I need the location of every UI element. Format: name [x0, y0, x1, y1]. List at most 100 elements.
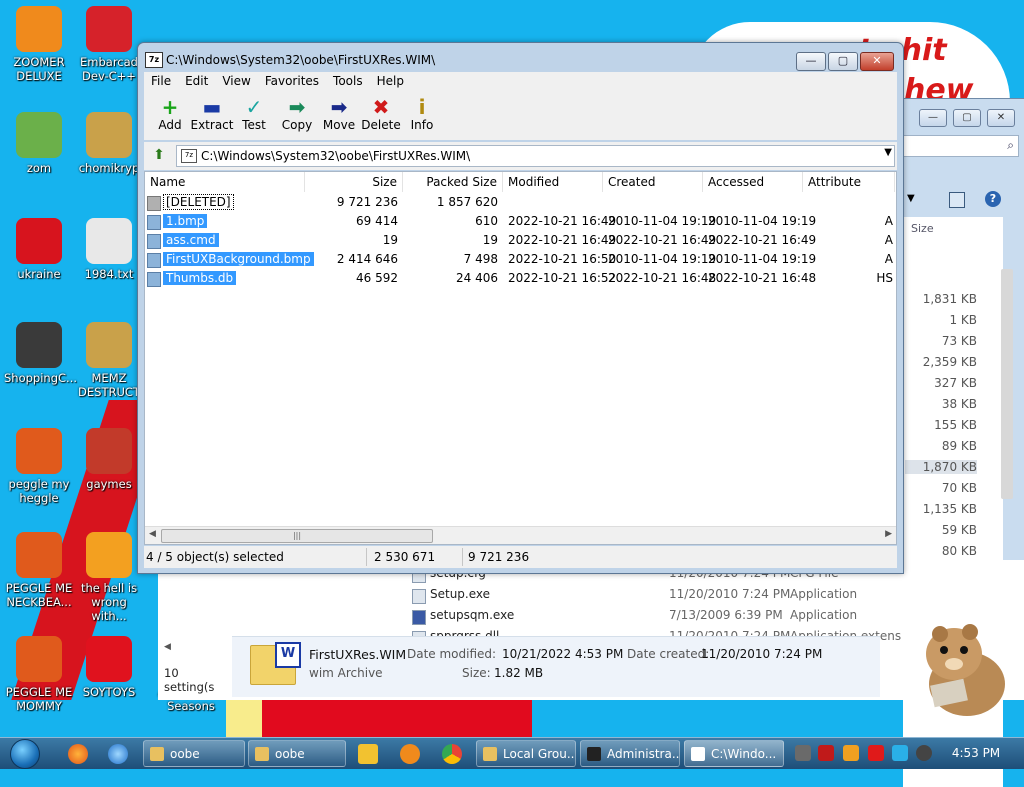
explorer-size-cell[interactable]: 1,135 KB: [905, 502, 977, 516]
column-header-created[interactable]: Created: [603, 172, 703, 192]
archive-file-list[interactable]: ◀ ||| ▶ Name Size Packed Size Modified Creat…: [144, 171, 897, 545]
firefox-icon[interactable]: [68, 744, 88, 764]
horizontal-scrollbar[interactable]: ◀ ||| ▶: [145, 526, 896, 544]
row-name[interactable]: 1.bmp: [163, 214, 208, 228]
uc-browser-icon[interactable]: [400, 744, 420, 764]
tray-network-icon[interactable]: [892, 745, 908, 761]
desktop-icon[interactable]: ShoppingC...: [4, 322, 77, 385]
desktop-icon[interactable]: zom: [4, 112, 74, 175]
explorer-size-cell[interactable]: 70 KB: [905, 481, 977, 495]
desktop-icon[interactable]: the hell is wrong with...: [74, 532, 144, 623]
desktop-icon[interactable]: chomikryp: [74, 112, 144, 175]
preview-pane-icon[interactable]: [949, 192, 965, 208]
sevenzip-window[interactable]: 7z C:\Windows\System32\oobe\FirstUXRes.W…: [137, 42, 904, 574]
explorer-scrollbar[interactable]: [1001, 269, 1013, 499]
name-cell[interactable]: [DELETED]: [163, 193, 234, 212]
menu-item-favorites[interactable]: Favorites: [258, 72, 326, 90]
extract-button[interactable]: ▬ Extract: [189, 96, 235, 132]
explorer-size-cell[interactable]: 1 KB: [905, 313, 977, 327]
explorer-size-cell[interactable]: 89 KB: [905, 439, 977, 453]
delete-button[interactable]: ✖ Delete: [358, 96, 404, 132]
internet-explorer-icon[interactable]: [108, 744, 128, 764]
taskbar-button[interactable]: Administra...: [580, 740, 680, 767]
explorer-minimize-button[interactable]: —: [919, 109, 947, 127]
file-date[interactable]: 11/20/2010 7:24 PM: [669, 587, 790, 601]
desktop-icon[interactable]: peggle my heggle: [4, 428, 74, 505]
desktop-icon[interactable]: PEGGLE ME MOMMY: [4, 636, 74, 713]
explorer-maximize-button[interactable]: ▢: [953, 109, 981, 127]
file-date[interactable]: 7/13/2009 6:39 PM: [669, 608, 783, 622]
explorer-size-cell[interactable]: 73 KB: [905, 334, 977, 348]
column-header-size[interactable]: Size: [305, 172, 403, 192]
taskbar-button[interactable]: oobe: [248, 740, 346, 767]
explorer-size-cell[interactable]: 1,831 KB: [905, 292, 977, 306]
scroll-left-icon[interactable]: ◀: [149, 529, 156, 539]
chrome-icon[interactable]: [442, 744, 462, 764]
desktop-icon[interactable]: ukraine: [4, 218, 74, 281]
table-row[interactable]: ass.cmd 19 19 2022-10-21 16:49 2022-10-21 16…: [145, 231, 896, 250]
row-name[interactable]: [DELETED]: [163, 194, 234, 210]
tray-volume-icon[interactable]: [916, 745, 932, 761]
explorer-size-cell[interactable]: 80 KB: [905, 544, 977, 558]
explorer-size-cell[interactable]: 327 KB: [905, 376, 977, 390]
sevenzip-titlebar[interactable]: 7z C:\Windows\System32\oobe\FirstUXRes.W…: [138, 43, 903, 73]
chevron-down-icon[interactable]: ▼: [907, 193, 915, 204]
info-button[interactable]: i Info: [399, 96, 445, 132]
column-header-attribute[interactable]: Attribute: [803, 172, 895, 192]
media-player-icon[interactable]: [358, 744, 378, 764]
desktop-icon[interactable]: PEGGLE ME NECKBEA...: [4, 532, 74, 609]
column-header-accessed[interactable]: Accessed: [703, 172, 803, 192]
table-row[interactable]: FirstUXBackground.bmp 2 414 646 7 498 2022-…: [145, 250, 896, 269]
help-icon[interactable]: ?: [985, 191, 1001, 207]
taskbar-button[interactable]: C:\Windo...: [684, 740, 784, 767]
file-type[interactable]: Application: [790, 608, 857, 622]
address-field[interactable]: 7z C:\Windows\System32\oobe\FirstUXRes.W…: [176, 145, 895, 167]
row-name[interactable]: ass.cmd: [163, 233, 219, 247]
minimize-button[interactable]: —: [796, 52, 826, 71]
table-row[interactable]: 1.bmp 69 414 610 2022-10-21 16:49 2010-11-04…: [145, 212, 896, 231]
close-button[interactable]: ✕: [860, 52, 894, 71]
taskbar-clock[interactable]: 4:53 PM: [946, 738, 1006, 769]
taskbar-button[interactable]: Local Grou...: [476, 740, 576, 767]
desktop-icon[interactable]: ZOOMER DELUXE: [4, 6, 74, 83]
table-row[interactable]: [DELETED] 9 721 236 1 857 620: [145, 193, 896, 212]
menu-item-tools[interactable]: Tools: [326, 72, 370, 90]
tray-flag-icon[interactable]: [868, 745, 884, 761]
file-name[interactable]: Setup.exe: [430, 587, 490, 601]
explorer-size-cell[interactable]: 38 KB: [905, 397, 977, 411]
desktop-icon[interactable]: Embarcad Dev-C++: [74, 6, 144, 83]
column-header-packed-size[interactable]: Packed Size: [403, 172, 503, 192]
row-name[interactable]: Thumbs.db: [163, 271, 237, 285]
tray-icon-2[interactable]: [818, 745, 834, 761]
menu-item-help[interactable]: Help: [370, 72, 411, 90]
table-row[interactable]: Thumbs.db 46 592 24 406 2022-10-21 16:52 202…: [145, 269, 896, 288]
desktop-icon[interactable]: SOYTOYS: [74, 636, 144, 699]
move-button[interactable]: ➡ Move: [316, 96, 362, 132]
scroll-right-icon[interactable]: ▶: [885, 529, 892, 539]
desktop-icon[interactable]: 1984.txt: [74, 218, 144, 281]
scrollbar-thumb[interactable]: |||: [161, 529, 433, 543]
up-folder-icon[interactable]: ⬆: [148, 146, 170, 164]
explorer-size-cell[interactable]: 2,359 KB: [905, 355, 977, 369]
menu-item-file[interactable]: File: [144, 72, 178, 90]
column-header-modified[interactable]: Modified: [503, 172, 603, 192]
maximize-button[interactable]: ▢: [828, 52, 858, 71]
start-button[interactable]: [4, 738, 44, 769]
copy-button[interactable]: ➡ Copy: [274, 96, 320, 132]
explorer-search-box[interactable]: ⌕: [903, 135, 1019, 157]
name-cell[interactable]: ass.cmd: [163, 231, 219, 250]
size-column-header[interactable]: Size: [911, 222, 934, 235]
add-button[interactable]: + Add: [147, 96, 193, 132]
chevron-down-icon[interactable]: ▼: [884, 147, 892, 158]
test-button[interactable]: ✓ Test: [231, 96, 277, 132]
file-name[interactable]: setupsqm.exe: [430, 608, 514, 622]
menu-item-edit[interactable]: Edit: [178, 72, 215, 90]
explorer-size-cell[interactable]: 1,870 KB: [905, 460, 977, 474]
tray-icon-3[interactable]: [843, 745, 859, 761]
name-cell[interactable]: FirstUXBackground.bmp: [163, 250, 314, 269]
explorer-size-cell[interactable]: 59 KB: [905, 523, 977, 537]
name-cell[interactable]: Thumbs.db: [163, 269, 237, 288]
scroll-left-icon[interactable]: ◀: [164, 642, 171, 652]
menu-item-view[interactable]: View: [215, 72, 257, 90]
tray-icon-1[interactable]: [795, 745, 811, 761]
